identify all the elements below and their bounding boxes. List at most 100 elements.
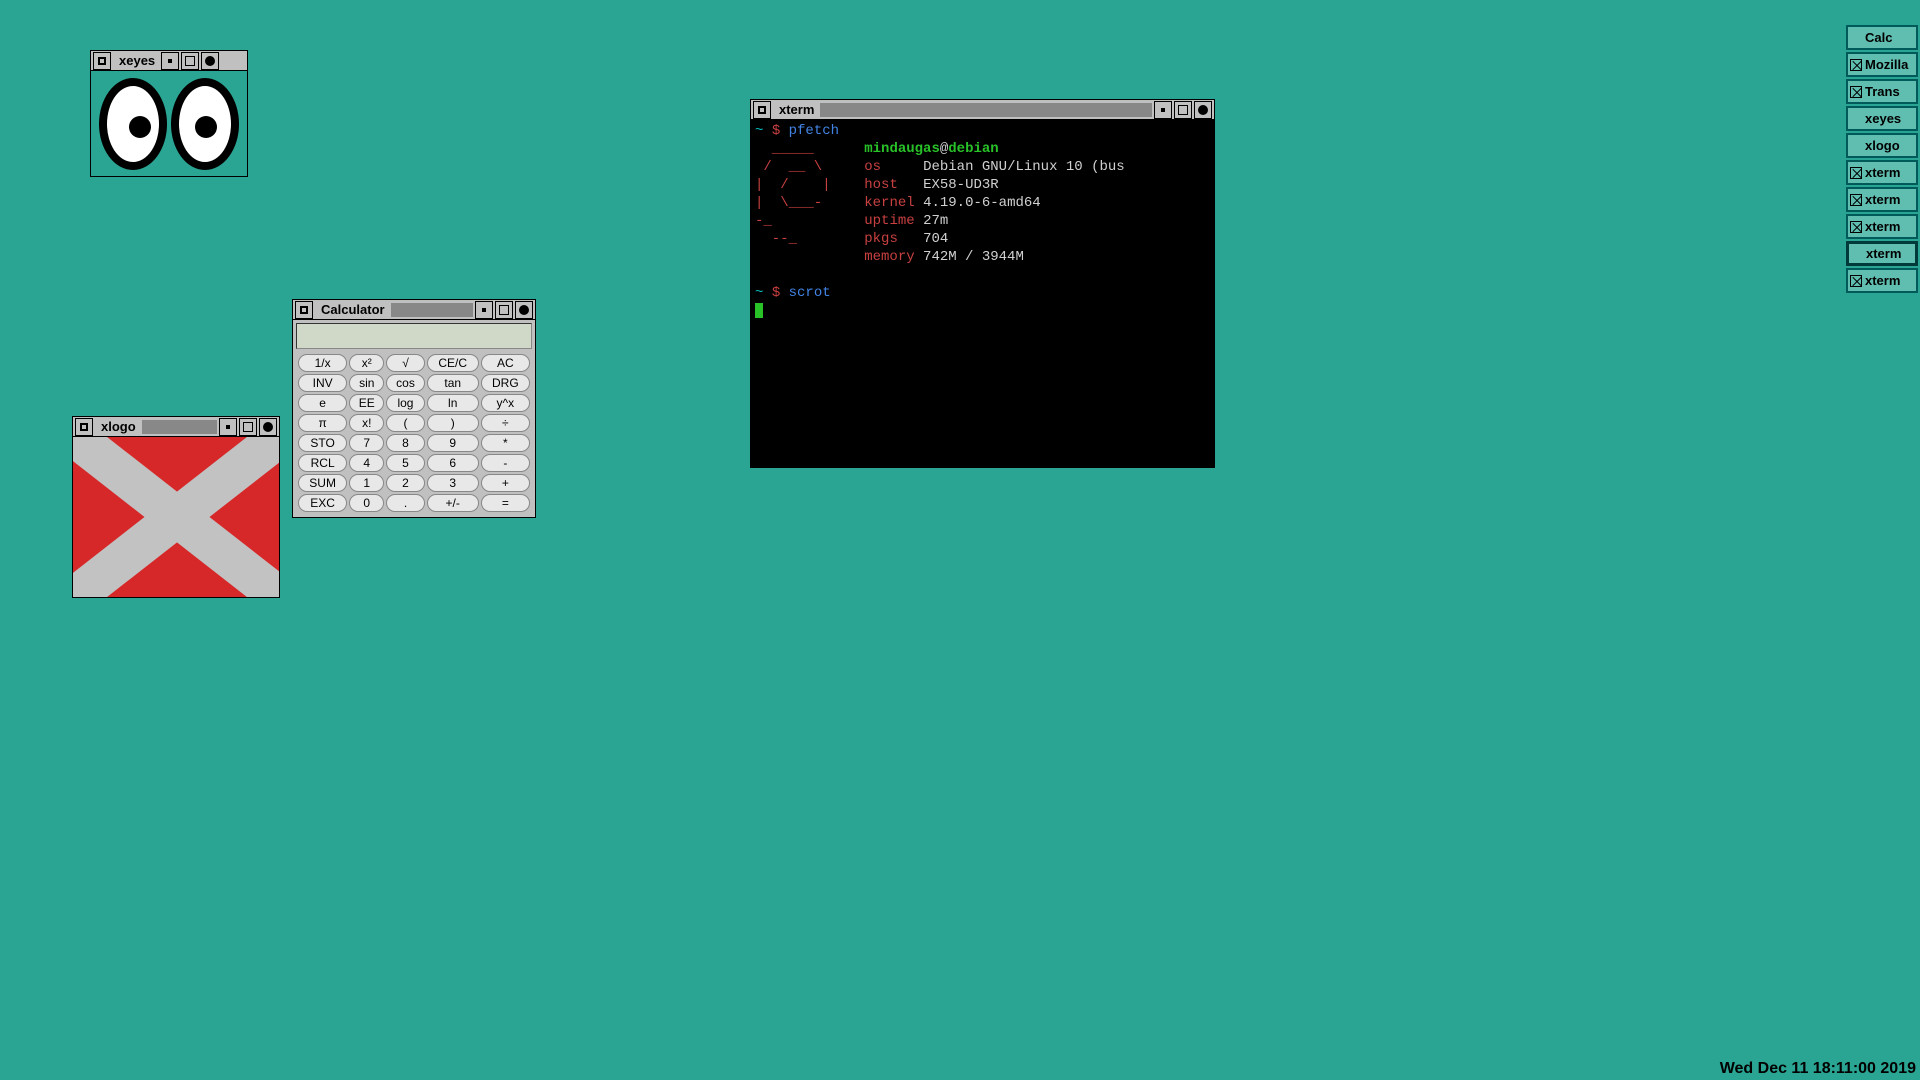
- winlist-label: xterm: [1865, 165, 1900, 180]
- calc-key[interactable]: +: [481, 474, 530, 492]
- calc-key[interactable]: EE: [349, 394, 384, 412]
- winlist-label: Mozilla: [1865, 57, 1908, 72]
- calc-key[interactable]: RCL: [298, 454, 347, 472]
- iconified-icon: [1850, 86, 1862, 98]
- maximize-button[interactable]: [181, 52, 199, 70]
- calc-key[interactable]: x²: [349, 354, 384, 372]
- calc-key[interactable]: 9: [427, 434, 479, 452]
- minimize-button[interactable]: [161, 52, 179, 70]
- winlist-item[interactable]: Trans: [1846, 79, 1918, 104]
- calc-key[interactable]: 1: [349, 474, 384, 492]
- iconified-icon: [1850, 194, 1862, 206]
- calc-key[interactable]: e: [298, 394, 347, 412]
- calc-key[interactable]: √: [386, 354, 425, 372]
- winlist-item[interactable]: xterm: [1846, 241, 1918, 266]
- winlist-item[interactable]: xterm: [1846, 268, 1918, 293]
- winlist-item[interactable]: xterm: [1846, 187, 1918, 212]
- calc-key[interactable]: sin: [349, 374, 384, 392]
- calc-key[interactable]: SUM: [298, 474, 347, 492]
- calculator-window[interactable]: Calculator 1/xx²√CE/CACINVsincostanDRGeE…: [292, 299, 536, 518]
- calc-key[interactable]: ln: [427, 394, 479, 412]
- calc-key[interactable]: 4: [349, 454, 384, 472]
- window-menu-button[interactable]: [75, 418, 93, 436]
- winlist-label: xeyes: [1865, 111, 1901, 126]
- xlogo-title: xlogo: [95, 419, 142, 434]
- calc-key[interactable]: 2: [386, 474, 425, 492]
- winlist-item[interactable]: xeyes: [1846, 106, 1918, 131]
- xlogo-window[interactable]: xlogo: [72, 416, 280, 598]
- terminal-output[interactable]: ~ $ pfetch _____ mindaugas@debian / __ \…: [751, 120, 1214, 467]
- calc-key[interactable]: =: [481, 494, 530, 512]
- xterm-titlebar[interactable]: xterm: [751, 100, 1214, 120]
- maximize-button[interactable]: [1174, 101, 1192, 119]
- calc-key[interactable]: AC: [481, 354, 530, 372]
- xlogo-titlebar[interactable]: xlogo: [73, 417, 279, 437]
- calc-key[interactable]: π: [298, 414, 347, 432]
- calc-key[interactable]: +/-: [427, 494, 479, 512]
- calc-key[interactable]: log: [386, 394, 425, 412]
- titlebar-drag-area[interactable]: [820, 103, 1152, 117]
- terminal-line: _____ mindaugas@debian: [755, 140, 1210, 158]
- winlist-item[interactable]: xterm: [1846, 214, 1918, 239]
- calc-key[interactable]: 7: [349, 434, 384, 452]
- calc-key[interactable]: *: [481, 434, 530, 452]
- xeyes-titlebar[interactable]: xeyes: [91, 51, 247, 71]
- close-button[interactable]: [515, 301, 533, 319]
- titlebar-drag-area[interactable]: [391, 303, 473, 317]
- window-menu-button[interactable]: [295, 301, 313, 319]
- winlist-label: xterm: [1866, 246, 1901, 261]
- calc-key[interactable]: (: [386, 414, 425, 432]
- titlebar-drag-area[interactable]: [142, 420, 217, 434]
- terminal-cursor: [755, 302, 1210, 320]
- calc-key[interactable]: ÷: [481, 414, 530, 432]
- xeyes-title: xeyes: [113, 53, 161, 68]
- calc-key[interactable]: DRG: [481, 374, 530, 392]
- close-button[interactable]: [259, 418, 277, 436]
- window-list: CalcMozillaTransxeyesxlogoxtermxtermxter…: [1846, 25, 1918, 293]
- terminal-line: ~ $ scrot: [755, 284, 1210, 302]
- calc-key[interactable]: .: [386, 494, 425, 512]
- calc-key[interactable]: x!: [349, 414, 384, 432]
- calc-key[interactable]: STO: [298, 434, 347, 452]
- calc-key[interactable]: 5: [386, 454, 425, 472]
- winlist-item[interactable]: xlogo: [1846, 133, 1918, 158]
- winlist-item[interactable]: xterm: [1846, 160, 1918, 185]
- winlist-label: Calc: [1865, 30, 1892, 45]
- calculator-titlebar[interactable]: Calculator: [293, 300, 535, 320]
- calc-key[interactable]: y^x: [481, 394, 530, 412]
- xlogo-canvas: [73, 437, 279, 597]
- iconified-icon: [1850, 221, 1862, 233]
- window-menu-button[interactable]: [93, 52, 111, 70]
- calc-key[interactable]: 3: [427, 474, 479, 492]
- minimize-button[interactable]: [1154, 101, 1172, 119]
- calc-key[interactable]: 8: [386, 434, 425, 452]
- xterm-window[interactable]: xterm ~ $ pfetch _____ mindaugas@debian …: [750, 99, 1215, 468]
- close-button[interactable]: [201, 52, 219, 70]
- iconified-icon: [1850, 167, 1862, 179]
- terminal-line: --_ pkgs 704: [755, 230, 1210, 248]
- minimize-button[interactable]: [219, 418, 237, 436]
- calc-key[interactable]: INV: [298, 374, 347, 392]
- winlist-item[interactable]: Calc: [1846, 25, 1918, 50]
- calc-key[interactable]: 0: [349, 494, 384, 512]
- iconified-icon: [1850, 59, 1862, 71]
- calc-key[interactable]: ): [427, 414, 479, 432]
- calc-key[interactable]: CE/C: [427, 354, 479, 372]
- winlist-item[interactable]: Mozilla: [1846, 52, 1918, 77]
- xeyes-window[interactable]: xeyes: [90, 50, 248, 177]
- close-button[interactable]: [1194, 101, 1212, 119]
- calc-key[interactable]: -: [481, 454, 530, 472]
- maximize-button[interactable]: [495, 301, 513, 319]
- maximize-button[interactable]: [239, 418, 257, 436]
- calc-key[interactable]: 1/x: [298, 354, 347, 372]
- calculator-keypad: 1/xx²√CE/CAC INVsincostanDRG eEEloglny^x πx…: [296, 352, 532, 514]
- calc-key[interactable]: 6: [427, 454, 479, 472]
- calc-key[interactable]: cos: [386, 374, 425, 392]
- winlist-label: xterm: [1865, 273, 1900, 288]
- calc-key[interactable]: tan: [427, 374, 479, 392]
- calculator-display: [296, 323, 532, 349]
- minimize-button[interactable]: [475, 301, 493, 319]
- calc-key[interactable]: EXC: [298, 494, 347, 512]
- iconified-icon: [1850, 275, 1862, 287]
- window-menu-button[interactable]: [753, 101, 771, 119]
